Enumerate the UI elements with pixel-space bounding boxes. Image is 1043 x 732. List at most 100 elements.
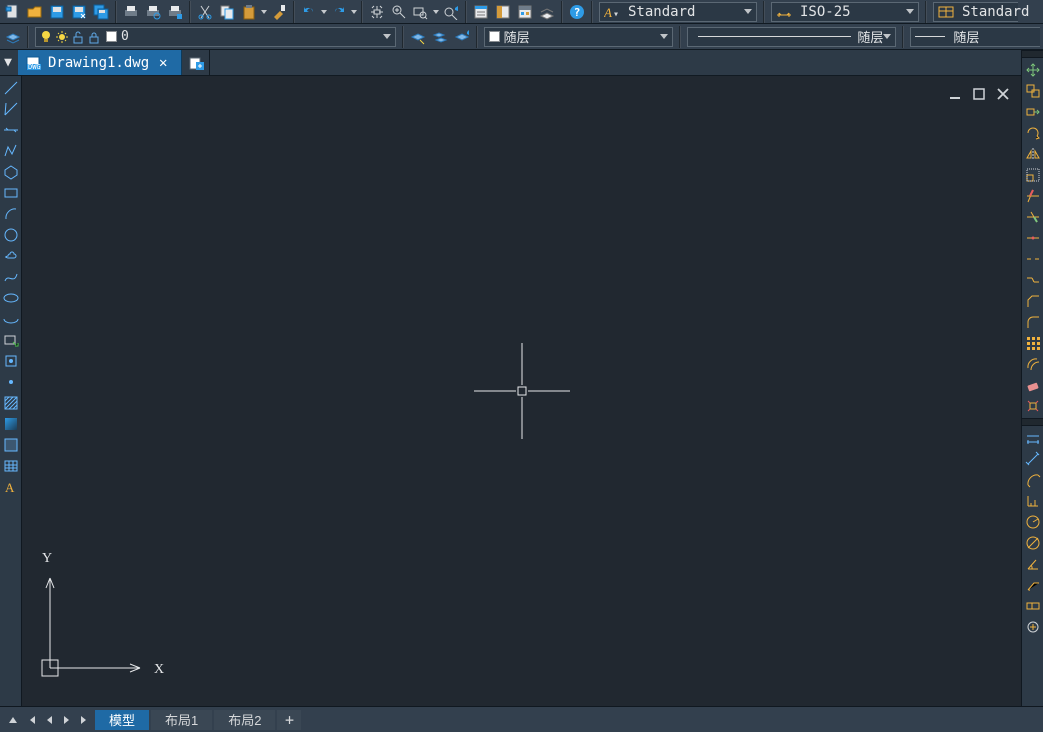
stretch-tool-icon[interactable]	[1024, 103, 1042, 121]
move-tool-icon[interactable]	[1024, 61, 1042, 79]
cut-icon[interactable]	[195, 2, 215, 22]
minimize-button[interactable]	[947, 86, 963, 102]
arc-dim-icon[interactable]	[1024, 471, 1042, 489]
arc-tool[interactable]	[2, 205, 20, 223]
layout2-tab[interactable]: 布局2	[214, 710, 275, 730]
gradient-tool[interactable]	[2, 415, 20, 433]
chamfer-tool-icon[interactable]	[1024, 292, 1042, 310]
undo-icon[interactable]	[299, 2, 319, 22]
properties-icon[interactable]	[471, 2, 491, 22]
model-tab[interactable]: 模型	[95, 710, 149, 730]
tabs-next-button[interactable]	[58, 710, 76, 730]
saveas-icon[interactable]	[69, 2, 89, 22]
zoom-dropdown[interactable]	[432, 2, 440, 22]
line-tool[interactable]	[2, 79, 20, 97]
add-layout-button[interactable]: +	[277, 710, 301, 730]
layer-combo[interactable]: 0	[35, 27, 396, 47]
close-tab-button[interactable]: ✕	[155, 55, 171, 71]
array-tool-icon[interactable]	[1024, 334, 1042, 352]
document-tab[interactable]: DWG Drawing1.dwg ✕	[18, 50, 182, 75]
linetype-combo[interactable]: 随层	[687, 27, 896, 47]
erase-tool-icon[interactable]	[1024, 376, 1042, 394]
print-icon[interactable]	[121, 2, 141, 22]
tabs-menu-button[interactable]	[4, 710, 22, 730]
scale-tool-icon[interactable]	[1024, 166, 1042, 184]
close-button[interactable]	[995, 86, 1011, 102]
table-tool[interactable]	[2, 457, 20, 475]
extend-tool-icon[interactable]	[1024, 208, 1042, 226]
table-style-combo[interactable]: Standard	[933, 2, 1018, 22]
copy-icon[interactable]	[217, 2, 237, 22]
fillet-tool-icon[interactable]	[1024, 313, 1042, 331]
insert-block-tool[interactable]	[2, 331, 20, 349]
ordinate-dim-icon[interactable]	[1024, 492, 1042, 510]
print-preview-icon[interactable]	[143, 2, 163, 22]
isolate-layer-icon[interactable]	[3, 27, 23, 47]
tabs-last-button[interactable]	[76, 710, 94, 730]
layer-match-icon[interactable]	[430, 27, 450, 47]
sheetset-icon[interactable]	[537, 2, 557, 22]
rectangle-tool[interactable]	[2, 184, 20, 202]
mtext-tool[interactable]: A	[2, 478, 20, 496]
undo-dropdown[interactable]	[320, 2, 328, 22]
redo-dropdown[interactable]	[350, 2, 358, 22]
angular-dim-icon[interactable]	[1024, 555, 1042, 573]
radius-dim-icon[interactable]	[1024, 513, 1042, 531]
qleader-icon[interactable]	[1024, 576, 1042, 594]
saveall-icon[interactable]	[91, 2, 111, 22]
circle-tool[interactable]	[2, 226, 20, 244]
drawing-canvas[interactable]: Y X	[22, 76, 1021, 706]
center-mark-icon[interactable]	[1024, 618, 1042, 636]
redo-icon[interactable]	[329, 2, 349, 22]
dim-style-combo[interactable]: ISO-25	[771, 2, 919, 22]
make-block-tool[interactable]	[2, 352, 20, 370]
zoom-realtime-icon[interactable]	[389, 2, 409, 22]
make-current-icon[interactable]	[408, 27, 428, 47]
zoom-prev-icon[interactable]	[441, 2, 461, 22]
tabs-prev-button[interactable]	[40, 710, 58, 730]
layer-previous2-icon[interactable]	[452, 27, 472, 47]
color-combo[interactable]: 随层	[484, 27, 673, 47]
toolpalettes-icon[interactable]	[515, 2, 535, 22]
point-tool[interactable]	[2, 373, 20, 391]
polyline-tool[interactable]	[2, 142, 20, 160]
ellipse-tool[interactable]	[2, 289, 20, 307]
new-tab-button[interactable]	[182, 50, 210, 75]
pan-icon[interactable]	[367, 2, 387, 22]
maximize-button[interactable]	[971, 86, 987, 102]
linear-dim-icon[interactable]	[1024, 429, 1042, 447]
hatch-tool[interactable]	[2, 394, 20, 412]
paste-dropdown[interactable]	[260, 2, 268, 22]
diameter-dim-icon[interactable]	[1024, 534, 1042, 552]
ray-tool[interactable]	[2, 100, 20, 118]
xline-tool[interactable]	[2, 121, 20, 139]
region-tool[interactable]	[2, 436, 20, 454]
join-tool-icon[interactable]	[1024, 271, 1042, 289]
help-icon[interactable]: ?	[567, 2, 587, 22]
tolerance-dim-icon[interactable]	[1024, 597, 1042, 615]
break-at-point-icon[interactable]	[1024, 229, 1042, 247]
zoom-window-icon[interactable]	[411, 2, 431, 22]
plot-icon[interactable]	[165, 2, 185, 22]
mirror-tool-icon[interactable]	[1024, 145, 1042, 163]
text-style-combo[interactable]: A▾ Standard	[599, 2, 757, 22]
matchprop-icon[interactable]	[269, 2, 289, 22]
paste-icon[interactable]	[239, 2, 259, 22]
aligned-dim-icon[interactable]	[1024, 450, 1042, 468]
rotate-tool-icon[interactable]	[1024, 124, 1042, 142]
spline-tool[interactable]	[2, 268, 20, 286]
copy-tool-icon[interactable]	[1024, 82, 1042, 100]
tabs-first-button[interactable]	[22, 710, 40, 730]
revcloud-tool[interactable]	[2, 247, 20, 265]
designcenter-icon[interactable]	[493, 2, 513, 22]
polygon-tool[interactable]	[2, 163, 20, 181]
save-icon[interactable]	[47, 2, 67, 22]
open-icon[interactable]	[25, 2, 45, 22]
break-tool-icon[interactable]	[1024, 250, 1042, 268]
offset-tool-icon[interactable]	[1024, 355, 1042, 373]
ellipse-arc-tool[interactable]	[2, 310, 20, 328]
explode-tool-icon[interactable]	[1024, 397, 1042, 415]
layout1-tab[interactable]: 布局1	[151, 710, 212, 730]
lineweight-combo[interactable]: 随层	[910, 27, 1040, 47]
trim-tool-icon[interactable]	[1024, 187, 1042, 205]
